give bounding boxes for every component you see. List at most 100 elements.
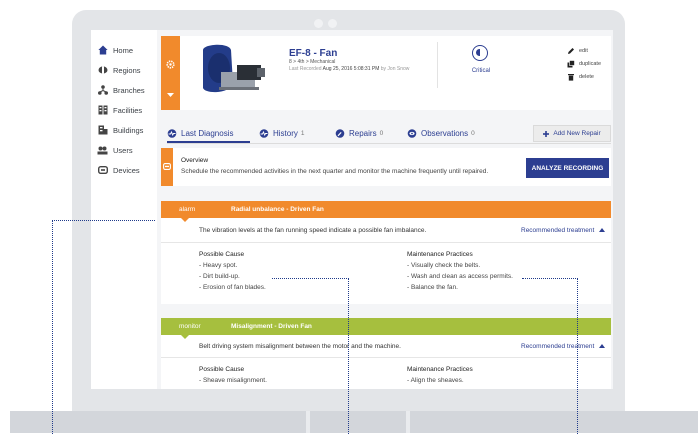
overview-title: Overview xyxy=(181,157,209,164)
camera-dot xyxy=(328,19,337,28)
possible-cause-title: Possible Cause xyxy=(199,251,245,258)
practice-item: - Wash and clean as access permits. xyxy=(407,273,513,280)
sidebar-item-users[interactable]: Users xyxy=(97,142,133,158)
fan-image xyxy=(203,44,265,93)
asset-header-card: EF-8 - Fan 8 > 4th > Mechanical Last Rec… xyxy=(161,36,611,110)
tab-label: History xyxy=(273,128,298,138)
cause-item: - Heavy spot. xyxy=(199,262,238,269)
annotation-line xyxy=(348,278,349,434)
analyze-recording-button[interactable]: ANALYZE RECORDING xyxy=(526,158,609,178)
delete-button[interactable]: delete xyxy=(567,73,594,81)
sidebar-item-label: Regions xyxy=(113,65,141,75)
add-repair-label: Add New Repair xyxy=(553,130,601,137)
home-icon xyxy=(97,45,108,55)
sidebar-item-label: Devices xyxy=(113,165,140,175)
branches-icon xyxy=(97,85,108,95)
tab-label: Last Diagnosis xyxy=(181,128,234,138)
settings-icon xyxy=(166,60,175,69)
chevron-up-icon xyxy=(599,344,606,348)
annotation-line xyxy=(577,278,578,434)
overview-card: Overview Schedule the recommended activi… xyxy=(161,148,611,186)
diagnosis-header: monitor Misalignment - Driven Fan xyxy=(161,318,611,335)
asset-title: EF-8 - Fan xyxy=(289,48,338,59)
tab-observations[interactable]: Observations 0 xyxy=(407,124,475,142)
header-pointer xyxy=(181,335,189,339)
chevron-down-icon[interactable] xyxy=(167,93,174,97)
treatment-label: Recommended treatment xyxy=(521,343,595,350)
sidebar-item-devices[interactable]: Devices xyxy=(97,162,140,178)
cause-item: - Dirt build-up. xyxy=(199,273,240,280)
app-screen: Home Regions Branches Facilities Buildin… xyxy=(91,30,613,389)
divider xyxy=(161,242,611,243)
tab-divider xyxy=(167,143,611,144)
pulse-icon xyxy=(167,128,177,138)
diagnosis-description: Belt driving system misalignment between… xyxy=(199,343,401,350)
header-pointer xyxy=(181,218,189,222)
edit-label: edit xyxy=(579,48,588,54)
diagnosis-description: The vibration levels at the fan running … xyxy=(199,227,427,234)
diagnosis-card-alarm: alarm Radial unbalance - Driven Fan The … xyxy=(161,201,611,304)
maintenance-practices-title: Maintenance Practices xyxy=(407,251,473,258)
regions-icon xyxy=(97,65,108,75)
duplicate-icon xyxy=(567,60,575,68)
practice-item: - Balance the fan. xyxy=(407,284,458,291)
tab-count: 0 xyxy=(471,129,475,137)
criticality-label: Critical xyxy=(471,68,491,74)
cause-item: - Sheave misalignment. xyxy=(199,377,267,384)
maintenance-practices-title: Maintenance Practices xyxy=(407,366,473,373)
recorded-by: by Jon Snow xyxy=(380,66,410,72)
sidebar-item-branches[interactable]: Branches xyxy=(97,82,145,98)
tab-last-diagnosis[interactable]: Last Diagnosis xyxy=(167,124,233,142)
sidebar-item-facilities[interactable]: Facilities xyxy=(97,102,142,118)
buildings-icon xyxy=(97,125,108,135)
possible-cause-title: Possible Cause xyxy=(199,366,245,373)
sidebar-item-label: Users xyxy=(113,145,133,155)
diagnosis-title: Misalignment - Driven Fan xyxy=(231,323,312,330)
criticality-icon xyxy=(472,45,488,61)
tab-count: 0 xyxy=(379,129,384,137)
main-content: EF-8 - Fan 8 > 4th > Mechanical Last Rec… xyxy=(157,30,613,389)
sidebar-item-home[interactable]: Home xyxy=(97,42,133,58)
duplicate-button[interactable]: duplicate xyxy=(567,60,601,68)
sidebar-item-label: Facilities xyxy=(113,105,143,115)
base-divider xyxy=(406,411,410,433)
duplicate-label: duplicate xyxy=(579,61,602,67)
cause-item: - Erosion of fan blades. xyxy=(199,284,266,291)
sidebar-item-buildings[interactable]: Buildings xyxy=(97,122,143,138)
eye-icon xyxy=(407,128,417,138)
last-recorded: Last Recorded Aug 25, 2016 5:08:31 PM by… xyxy=(289,66,409,72)
laptop-base xyxy=(10,411,698,433)
sidebar-item-label: Buildings xyxy=(113,125,144,135)
annotation-line xyxy=(522,278,578,279)
overview-icon xyxy=(163,163,171,170)
practice-item: - Visually check the belts. xyxy=(407,262,481,269)
severity-label: alarm xyxy=(179,206,196,213)
recommended-treatment-toggle[interactable]: Recommended treatment xyxy=(521,343,606,350)
criticality-box: Critical xyxy=(437,42,523,88)
overview-text: Schedule the recommended activities in t… xyxy=(181,168,489,175)
chevron-up-icon xyxy=(599,228,606,232)
tab-history[interactable]: History 1 xyxy=(259,124,305,142)
annotation-line xyxy=(52,220,155,221)
add-repair-button[interactable]: Add New Repair xyxy=(533,125,611,142)
sidebar: Home Regions Branches Facilities Buildin… xyxy=(91,30,157,389)
facilities-icon xyxy=(97,105,108,115)
tab-label: Observations xyxy=(421,128,469,138)
recommended-treatment-toggle[interactable]: Recommended treatment xyxy=(521,227,606,234)
annotation-line xyxy=(52,220,53,434)
pulse-icon xyxy=(259,128,269,138)
asset-status-strip xyxy=(161,36,180,110)
divider xyxy=(161,357,611,358)
severity-label: monitor xyxy=(179,323,201,330)
camera-dot xyxy=(314,19,323,28)
last-recorded-value: Aug 25, 2016 5:08:31 PM xyxy=(322,66,380,72)
last-recorded-label: Last Recorded xyxy=(289,66,322,72)
trash-icon xyxy=(568,74,574,81)
practice-item: - Align the sheaves. xyxy=(407,377,464,384)
sidebar-item-regions[interactable]: Regions xyxy=(97,62,141,78)
tab-repairs[interactable]: Repairs 0 xyxy=(335,124,383,142)
diagnosis-card-monitor: monitor Misalignment - Driven Fan Belt d… xyxy=(161,318,611,389)
plus-icon xyxy=(543,130,550,137)
edit-button[interactable]: edit xyxy=(567,47,588,55)
base-divider xyxy=(306,411,310,433)
